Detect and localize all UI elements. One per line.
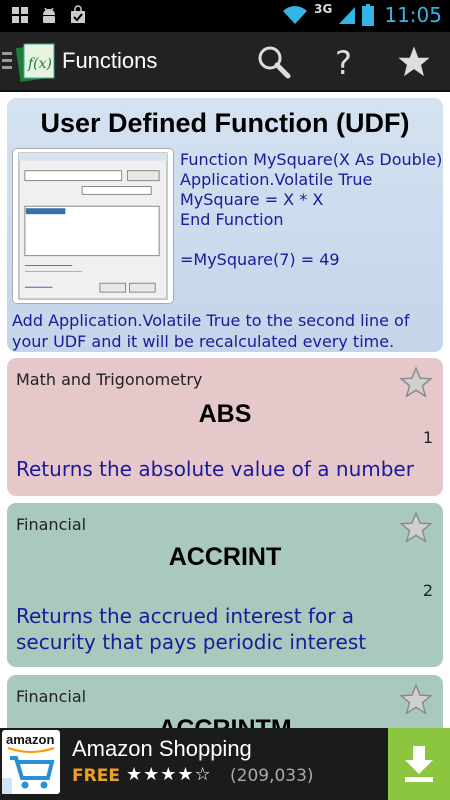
code-line: =MySquare(7) = 49: [180, 250, 340, 269]
gallery-icon: [12, 7, 28, 23]
code-line: Application.Volatile True: [180, 170, 373, 189]
code-line: Function MySquare(X As Double): [180, 150, 443, 169]
android-icon: [43, 7, 55, 23]
shopping-bag-icon: [71, 5, 85, 23]
code-line: MySquare = X * X: [180, 190, 324, 209]
favorite-star-icon[interactable]: [399, 683, 433, 717]
ad-title: Amazon Shopping: [72, 736, 252, 761]
function-category: Financial: [16, 687, 87, 706]
favorites-button[interactable]: [394, 42, 434, 82]
help-button[interactable]: ?: [324, 42, 364, 82]
function-category: Financial: [16, 515, 87, 534]
search-icon: [258, 46, 291, 79]
function-card-accrint[interactable]: Financial ACCRINT 2 Returns the accrued …: [7, 503, 443, 667]
ad-review-count: (209,033): [230, 766, 314, 786]
function-card-abs[interactable]: Math and Trigonometry ABS 1 Returns the …: [7, 358, 443, 496]
code-line: End Function: [180, 210, 284, 229]
help-icon: ?: [335, 44, 352, 80]
star-icon: [398, 46, 430, 77]
svg-text:f(x): f(x): [27, 56, 52, 72]
udf-code-sample: Function MySquare(X As Double) Applicati…: [180, 150, 442, 270]
udf-note: Add Application.Volatile True to the sec…: [12, 311, 410, 351]
app-logo-icon[interactable]: f(x): [16, 40, 56, 84]
page-title: Functions: [62, 48, 158, 73]
udf-tip-card[interactable]: User Defined Function (UDF) Function MyS…: [7, 98, 443, 352]
install-button[interactable]: [388, 728, 450, 800]
favorite-star-icon[interactable]: [399, 366, 433, 400]
function-name: ACCRINTM: [7, 715, 443, 728]
shopping-cart-icon: [2, 747, 55, 794]
menu-icon[interactable]: [2, 52, 12, 73]
favorite-star-icon[interactable]: [399, 511, 433, 545]
function-name: ABS: [198, 400, 252, 428]
ad-banner[interactable]: amazon Amazon Shopping FREE ★★★★☆ (209,0…: [0, 728, 450, 800]
ad-price: FREE: [72, 766, 120, 786]
function-category: Math and Trigonometry: [16, 370, 203, 389]
function-number: 2: [422, 581, 433, 600]
function-card-accrintm[interactable]: Financial ACCRINTM: [7, 675, 443, 728]
battery-icon: [362, 4, 375, 26]
function-number: 1: [422, 428, 433, 447]
function-description: Returns the accrued interest for a secur…: [16, 604, 367, 654]
udf-title: User Defined Function (UDF): [40, 108, 410, 138]
amazon-logo: amazon: [2, 730, 60, 794]
function-list[interactable]: User Defined Function (UDF) Function MyS…: [0, 94, 450, 728]
ad-rating-stars: ★★★★☆: [126, 764, 212, 785]
insert-function-dialog-screenshot: [12, 148, 174, 304]
download-icon: [405, 746, 433, 782]
action-bar: f(x) Functions ?: [0, 32, 450, 92]
function-description: Returns the absolute value of a number: [16, 457, 414, 481]
network-type: 3G: [314, 2, 333, 16]
function-name: ACCRINT: [168, 543, 282, 571]
search-button[interactable]: [254, 42, 294, 82]
svg-text:?: ?: [335, 44, 352, 80]
clock: 11:05: [384, 3, 442, 27]
status-bar: 3G 11:05: [0, 0, 450, 32]
wifi-icon: [283, 6, 308, 24]
signal-icon: [339, 7, 356, 24]
